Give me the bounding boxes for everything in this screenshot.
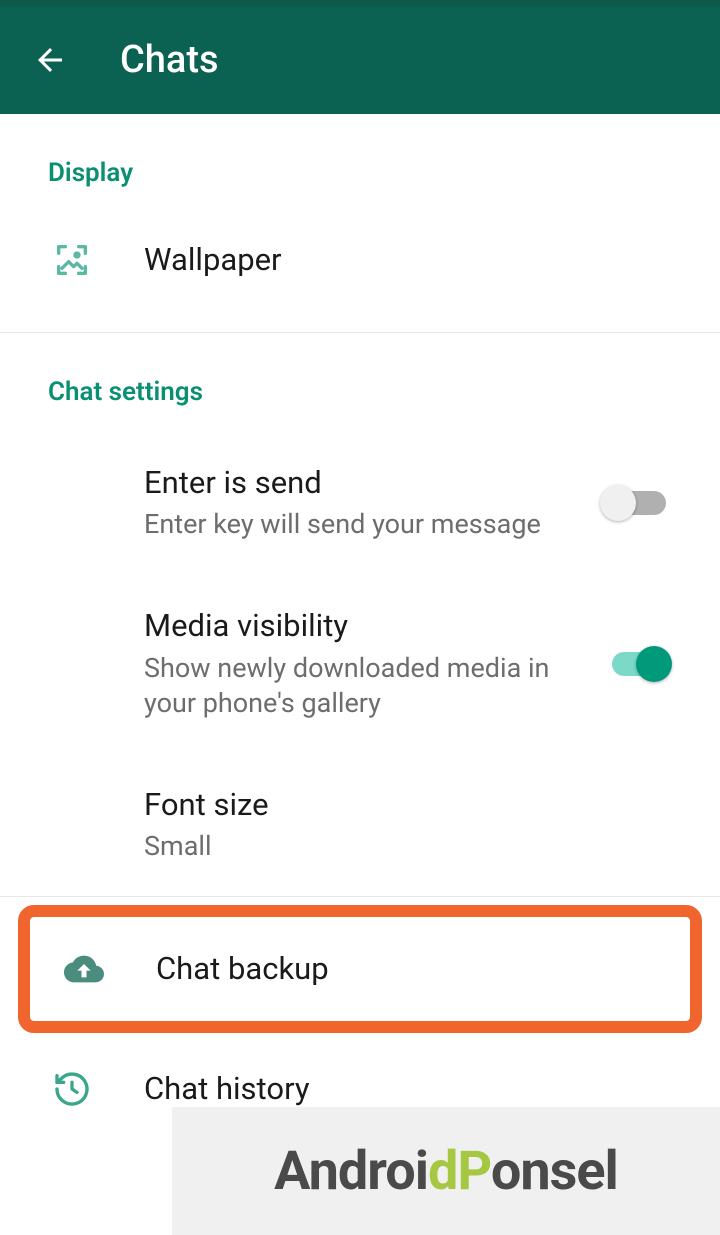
wallpaper-row[interactable]: Wallpaper — [0, 212, 720, 308]
highlight-annotation: Chat backup — [18, 905, 702, 1033]
wallpaper-icon — [48, 236, 96, 284]
media-visibility-title: Media visibility — [144, 606, 584, 646]
icon-spacer — [48, 801, 96, 849]
back-button[interactable] — [24, 34, 76, 86]
enter-is-send-subtitle: Enter key will send your message — [144, 507, 584, 542]
media-visibility-subtitle: Show newly downloaded media in your phon… — [144, 651, 584, 721]
section-header-display: Display — [0, 114, 720, 212]
watermark: AndroidPonsel — [172, 1107, 720, 1235]
app-header: Chats — [0, 6, 720, 114]
font-size-row[interactable]: Font size Small — [0, 753, 720, 896]
media-visibility-toggle[interactable] — [600, 644, 672, 684]
chat-backup-label: Chat backup — [156, 949, 660, 989]
content-area: Display Wallpaper Chat settings Enter is… — [0, 114, 720, 1137]
media-visibility-row[interactable]: Media visibility Show newly downloaded m… — [0, 574, 720, 752]
divider — [0, 896, 720, 897]
chat-backup-row[interactable]: Chat backup — [30, 917, 690, 1021]
wallpaper-label: Wallpaper — [144, 240, 672, 280]
icon-spacer — [48, 479, 96, 527]
section-header-chat-settings: Chat settings — [0, 333, 720, 431]
history-icon — [48, 1065, 96, 1113]
enter-is-send-toggle[interactable] — [600, 483, 672, 523]
arrow-left-icon — [32, 42, 68, 78]
cloud-upload-icon — [60, 945, 108, 993]
icon-spacer — [48, 640, 96, 688]
font-size-title: Font size — [144, 785, 672, 825]
font-size-subtitle: Small — [144, 829, 672, 864]
chat-history-label: Chat history — [144, 1069, 672, 1109]
enter-is-send-title: Enter is send — [144, 463, 584, 503]
page-title: Chats — [120, 38, 219, 82]
enter-is-send-row[interactable]: Enter is send Enter key will send your m… — [0, 431, 720, 574]
